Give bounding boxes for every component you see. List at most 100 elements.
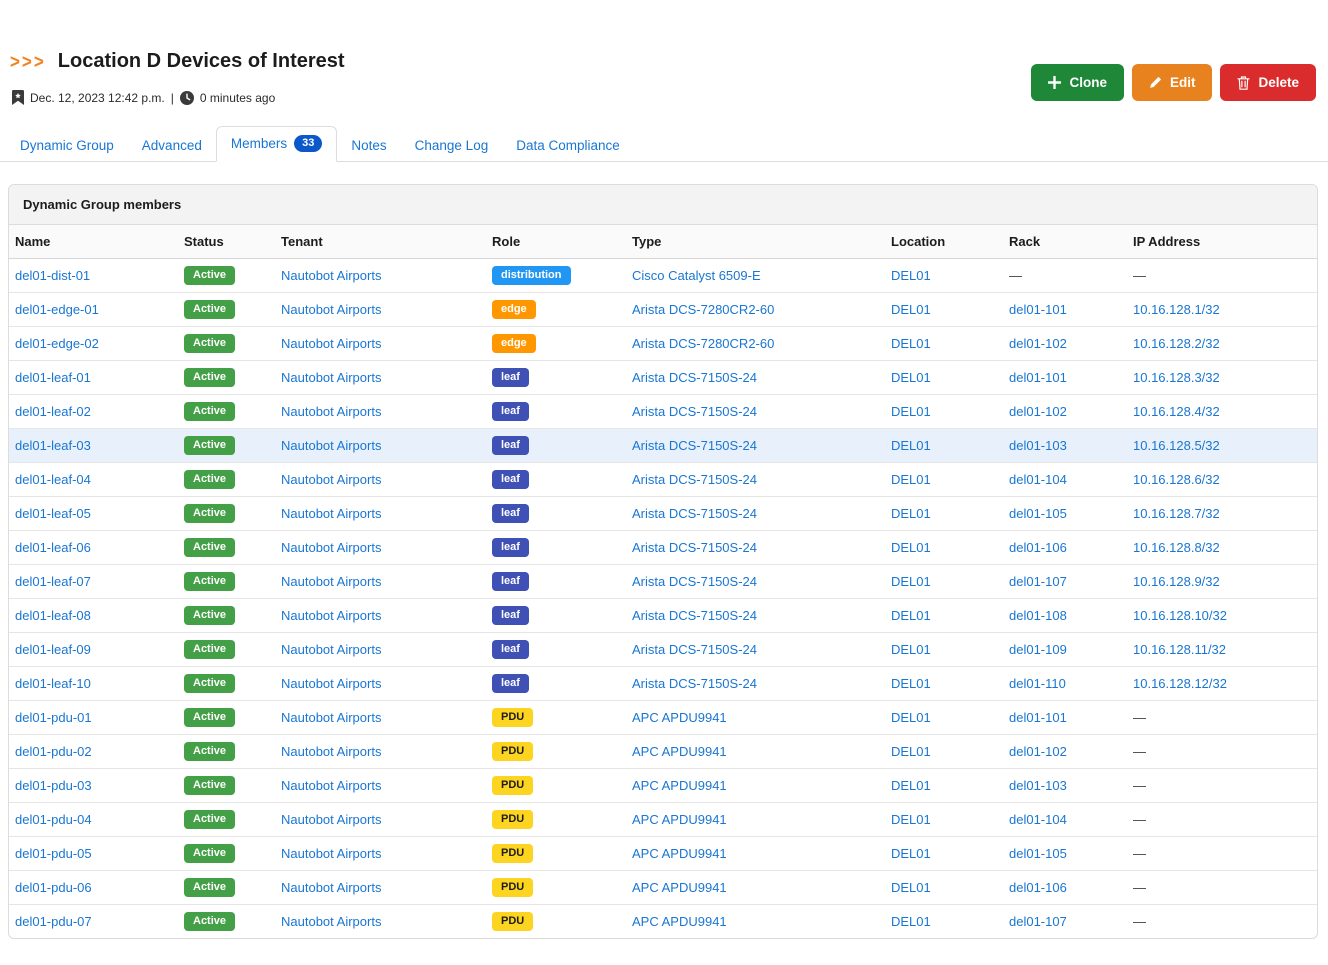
type-link[interactable]: Arista DCS-7150S-24 (632, 472, 757, 487)
column-header[interactable]: Location (885, 225, 1003, 258)
tab-dynamic-group[interactable]: Dynamic Group (6, 130, 128, 162)
device-link[interactable]: del01-leaf-01 (15, 370, 91, 385)
type-link[interactable]: Arista DCS-7150S-24 (632, 438, 757, 453)
tab-notes[interactable]: Notes (337, 130, 400, 162)
location-link[interactable]: DEL01 (891, 710, 931, 725)
status-badge[interactable]: Active (184, 674, 235, 693)
status-badge[interactable]: Active (184, 708, 235, 727)
tenant-link[interactable]: Nautobot Airports (281, 778, 381, 793)
status-badge[interactable]: Active (184, 470, 235, 489)
tenant-link[interactable]: Nautobot Airports (281, 336, 381, 351)
tenant-link[interactable]: Nautobot Airports (281, 608, 381, 623)
device-link[interactable]: del01-pdu-03 (15, 778, 92, 793)
tab-advanced[interactable]: Advanced (128, 130, 216, 162)
tenant-link[interactable]: Nautobot Airports (281, 812, 381, 827)
ip-link[interactable]: 10.16.128.10/32 (1133, 608, 1227, 623)
location-link[interactable]: DEL01 (891, 676, 931, 691)
rack-link[interactable]: del01-104 (1009, 812, 1067, 827)
location-link[interactable]: DEL01 (891, 608, 931, 623)
role-badge[interactable]: leaf (492, 470, 529, 489)
tenant-link[interactable]: Nautobot Airports (281, 574, 381, 589)
device-link[interactable]: del01-leaf-05 (15, 506, 91, 521)
location-link[interactable]: DEL01 (891, 880, 931, 895)
device-link[interactable]: del01-leaf-10 (15, 676, 91, 691)
type-link[interactable]: Arista DCS-7150S-24 (632, 642, 757, 657)
role-badge[interactable]: leaf (492, 674, 529, 693)
tab-data-compliance[interactable]: Data Compliance (502, 130, 634, 162)
rack-link[interactable]: del01-101 (1009, 302, 1067, 317)
role-badge[interactable]: PDU (492, 878, 533, 897)
tenant-link[interactable]: Nautobot Airports (281, 370, 381, 385)
type-link[interactable]: Arista DCS-7150S-24 (632, 676, 757, 691)
clone-button[interactable]: Clone (1031, 64, 1124, 101)
role-badge[interactable]: leaf (492, 402, 529, 421)
status-badge[interactable]: Active (184, 810, 235, 829)
type-link[interactable]: APC APDU9941 (632, 914, 727, 929)
status-badge[interactable]: Active (184, 878, 235, 897)
role-badge[interactable]: leaf (492, 436, 529, 455)
tenant-link[interactable]: Nautobot Airports (281, 846, 381, 861)
tenant-link[interactable]: Nautobot Airports (281, 676, 381, 691)
tenant-link[interactable]: Nautobot Airports (281, 404, 381, 419)
location-link[interactable]: DEL01 (891, 812, 931, 827)
tenant-link[interactable]: Nautobot Airports (281, 302, 381, 317)
rack-link[interactable]: del01-110 (1009, 676, 1066, 691)
type-link[interactable]: Arista DCS-7150S-24 (632, 540, 757, 555)
ip-link[interactable]: 10.16.128.3/32 (1133, 370, 1220, 385)
tenant-link[interactable]: Nautobot Airports (281, 438, 381, 453)
tab-members[interactable]: Members33 (216, 126, 338, 162)
status-badge[interactable]: Active (184, 504, 235, 523)
tab-change-log[interactable]: Change Log (401, 130, 503, 162)
status-badge[interactable]: Active (184, 300, 235, 319)
role-badge[interactable]: PDU (492, 742, 533, 761)
column-header[interactable]: Role (486, 225, 626, 258)
device-link[interactable]: del01-leaf-09 (15, 642, 91, 657)
role-badge[interactable]: PDU (492, 810, 533, 829)
location-link[interactable]: DEL01 (891, 744, 931, 759)
device-link[interactable]: del01-leaf-06 (15, 540, 91, 555)
location-link[interactable]: DEL01 (891, 370, 931, 385)
ip-link[interactable]: 10.16.128.7/32 (1133, 506, 1220, 521)
rack-link[interactable]: del01-108 (1009, 608, 1067, 623)
location-link[interactable]: DEL01 (891, 778, 931, 793)
rack-link[interactable]: del01-102 (1009, 336, 1067, 351)
device-link[interactable]: del01-dist-01 (15, 268, 90, 283)
role-badge[interactable]: edge (492, 300, 536, 319)
status-badge[interactable]: Active (184, 776, 235, 795)
tenant-link[interactable]: Nautobot Airports (281, 744, 381, 759)
role-badge[interactable]: PDU (492, 844, 533, 863)
column-header[interactable]: Type (626, 225, 885, 258)
ip-link[interactable]: 10.16.128.2/32 (1133, 336, 1220, 351)
status-badge[interactable]: Active (184, 844, 235, 863)
delete-button[interactable]: Delete (1220, 64, 1316, 101)
rack-link[interactable]: del01-106 (1009, 540, 1067, 555)
location-link[interactable]: DEL01 (891, 268, 931, 283)
ip-link[interactable]: 10.16.128.4/32 (1133, 404, 1220, 419)
type-link[interactable]: APC APDU9941 (632, 812, 727, 827)
location-link[interactable]: DEL01 (891, 472, 931, 487)
column-header[interactable]: IP Address (1127, 225, 1317, 258)
status-badge[interactable]: Active (184, 912, 235, 931)
tenant-link[interactable]: Nautobot Airports (281, 472, 381, 487)
device-link[interactable]: del01-leaf-08 (15, 608, 91, 623)
rack-link[interactable]: del01-101 (1009, 710, 1067, 725)
device-link[interactable]: del01-edge-02 (15, 336, 99, 351)
column-header[interactable]: Rack (1003, 225, 1127, 258)
edit-button[interactable]: Edit (1132, 64, 1213, 101)
location-link[interactable]: DEL01 (891, 914, 931, 929)
location-link[interactable]: DEL01 (891, 846, 931, 861)
type-link[interactable]: APC APDU9941 (632, 880, 727, 895)
rack-link[interactable]: del01-102 (1009, 744, 1067, 759)
rack-link[interactable]: del01-101 (1009, 370, 1067, 385)
ip-link[interactable]: 10.16.128.8/32 (1133, 540, 1220, 555)
device-link[interactable]: del01-leaf-07 (15, 574, 91, 589)
role-badge[interactable]: PDU (492, 912, 533, 931)
role-badge[interactable]: leaf (492, 368, 529, 387)
rack-link[interactable]: del01-104 (1009, 472, 1067, 487)
role-badge[interactable]: PDU (492, 776, 533, 795)
rack-link[interactable]: del01-103 (1009, 778, 1067, 793)
device-link[interactable]: del01-pdu-02 (15, 744, 92, 759)
ip-link[interactable]: 10.16.128.12/32 (1133, 676, 1227, 691)
tenant-link[interactable]: Nautobot Airports (281, 914, 381, 929)
device-link[interactable]: del01-edge-01 (15, 302, 99, 317)
